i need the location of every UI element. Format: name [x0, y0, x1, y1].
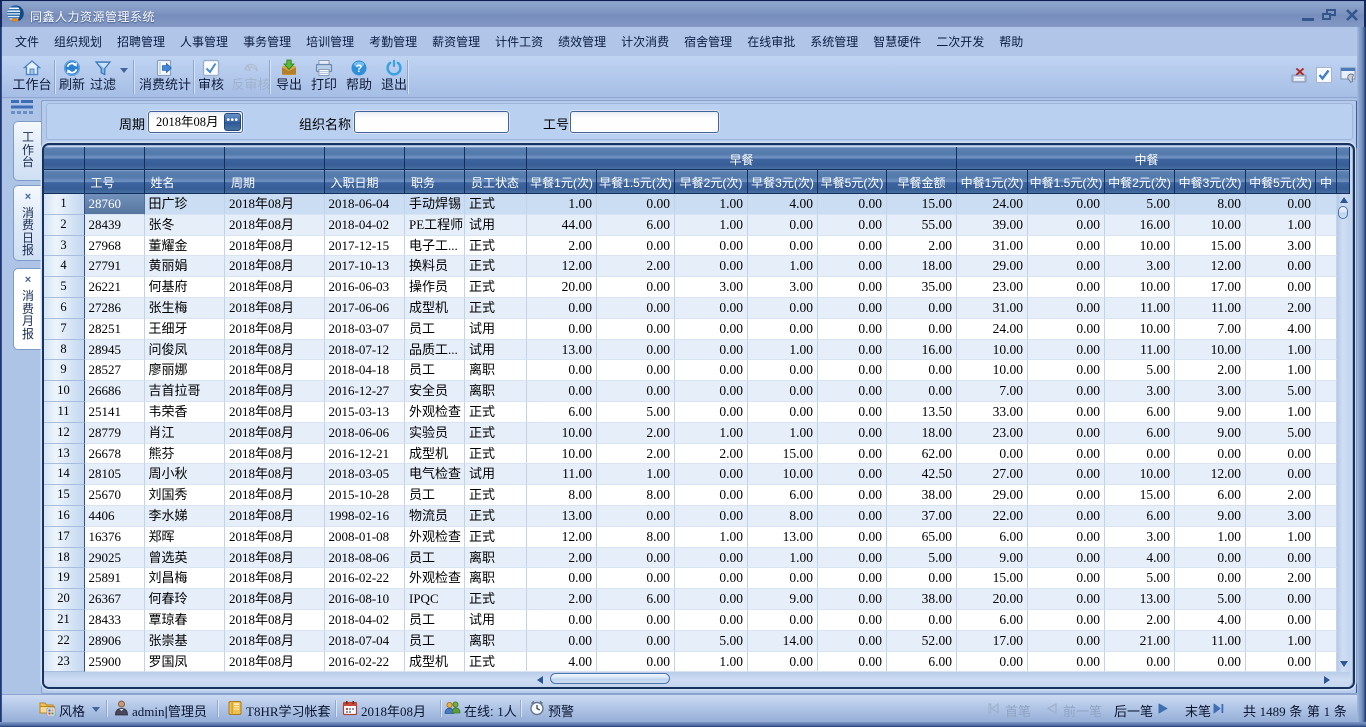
- svg-text:?: ?: [356, 63, 363, 75]
